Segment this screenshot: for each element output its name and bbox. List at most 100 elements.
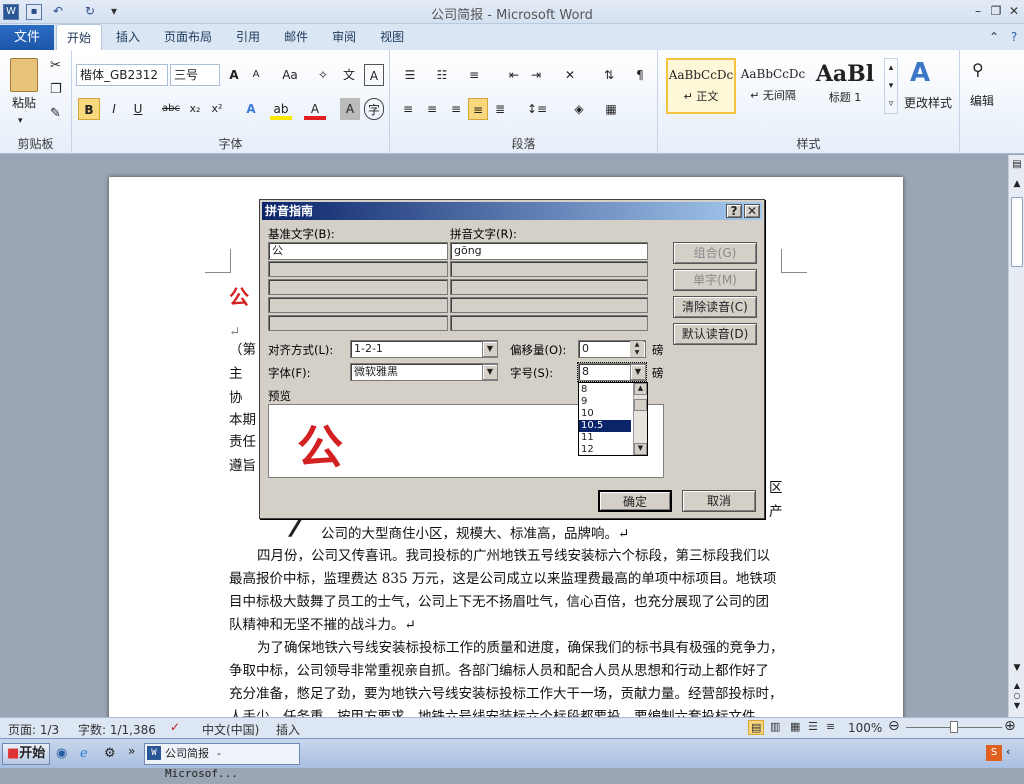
strikethrough-button[interactable]: abc: [160, 98, 182, 120]
default-reading-button[interactable]: 默认读音(D): [673, 323, 757, 345]
tray-icon[interactable]: S: [986, 745, 1002, 761]
style-normal[interactable]: AaBbCcDc ↵ 正文: [666, 58, 736, 114]
font-name-combo[interactable]: 楷体_GB2312: [76, 64, 168, 86]
ruby-text-cell[interactable]: [450, 315, 648, 331]
font-dropdown-icon[interactable]: ▼: [482, 364, 498, 380]
size-dropdown-list[interactable]: 8 9 10 10.5 11 12 ▲ ▼: [578, 382, 648, 456]
dialog-close-icon[interactable]: ✕: [744, 204, 760, 218]
text-effects-icon[interactable]: A: [240, 98, 262, 120]
tab-insert[interactable]: 插入: [106, 24, 150, 50]
ie-icon[interactable]: ℯ: [80, 746, 88, 761]
paste-icon[interactable]: [10, 58, 38, 92]
bullets-icon[interactable]: ☰: [398, 64, 422, 86]
draft-icon[interactable]: ≡: [826, 720, 835, 733]
ok-button[interactable]: 确定: [598, 490, 672, 512]
print-layout-icon[interactable]: ▤: [748, 720, 765, 735]
clear-format-icon[interactable]: ✧: [312, 64, 334, 86]
base-text-cell[interactable]: [268, 261, 448, 277]
chinese-layout-icon[interactable]: ✕: [558, 64, 582, 86]
ruby-text-cell[interactable]: [450, 261, 648, 277]
browse-object-icon[interactable]: ○: [1011, 691, 1023, 701]
tab-view[interactable]: 视图: [370, 24, 414, 50]
size-dropdown-icon[interactable]: ▼: [630, 364, 646, 380]
tab-review[interactable]: 审阅: [322, 24, 366, 50]
size-option[interactable]: 8: [579, 384, 631, 396]
highlight-icon[interactable]: ab: [270, 98, 292, 120]
group-button[interactable]: 组合(G): [673, 242, 757, 264]
tab-references[interactable]: 引用: [226, 24, 270, 50]
italic-button[interactable]: I: [104, 98, 124, 120]
multilevel-list-icon[interactable]: ≡: [462, 64, 486, 86]
size-option[interactable]: 12: [579, 444, 631, 456]
size-option[interactable]: 10: [579, 408, 631, 420]
full-screen-icon[interactable]: ▥: [770, 720, 780, 733]
enclose-char-icon[interactable]: 字: [364, 98, 384, 120]
align-right-icon[interactable]: ≡: [446, 98, 466, 120]
next-page-icon[interactable]: ▼: [1011, 701, 1023, 711]
size-option[interactable]: 9: [579, 396, 631, 408]
alignment-combo[interactable]: 1-2-1: [350, 340, 498, 358]
quicklaunch-icon[interactable]: ◉: [56, 746, 67, 761]
shrink-font-icon[interactable]: A: [246, 64, 266, 86]
distributed-icon[interactable]: ≣: [490, 98, 510, 120]
ruby-text-cell[interactable]: [450, 279, 648, 295]
line-spacing-icon[interactable]: ↕≡: [524, 98, 550, 120]
zoom-out-icon[interactable]: ⊖: [888, 718, 900, 734]
insert-mode[interactable]: 插入: [276, 721, 300, 738]
zoom-slider-thumb[interactable]: [950, 721, 958, 733]
base-text-cell[interactable]: [268, 315, 448, 331]
paste-dropdown-icon[interactable]: ▾: [18, 116, 23, 126]
align-center-icon[interactable]: ≡: [422, 98, 442, 120]
mono-button[interactable]: 单字(M): [673, 269, 757, 291]
justify-icon[interactable]: ≡: [468, 98, 488, 120]
scroll-down-icon[interactable]: ▼: [1011, 663, 1023, 677]
language-indicator[interactable]: 中文(中国): [202, 721, 259, 738]
paste-button[interactable]: 粘贴: [4, 92, 44, 114]
subscript-button[interactable]: x₂: [186, 98, 204, 120]
char-shading-icon[interactable]: A: [340, 98, 360, 120]
quicklaunch-icon[interactable]: ⚙: [104, 746, 116, 761]
list-scroll-down-icon[interactable]: ▼: [634, 443, 647, 455]
scroll-thumb[interactable]: [1011, 197, 1023, 267]
base-text-cell[interactable]: [268, 297, 448, 313]
format-painter-icon[interactable]: ✎: [50, 106, 61, 121]
ruler-toggle-icon[interactable]: ▤: [1011, 159, 1023, 173]
page-count[interactable]: 页面: 1/3: [8, 721, 59, 738]
numbering-icon[interactable]: ☷: [430, 64, 454, 86]
grow-font-icon[interactable]: A: [224, 64, 244, 86]
tab-file[interactable]: 文件: [0, 25, 54, 50]
dialog-help-icon[interactable]: ?: [726, 204, 742, 218]
binoculars-icon[interactable]: ⚲: [972, 60, 984, 79]
bold-button[interactable]: B: [78, 98, 100, 120]
shading-icon[interactable]: ◈: [566, 98, 592, 120]
sort-icon[interactable]: ⇅: [598, 64, 620, 86]
font-combo[interactable]: 微软雅黑: [350, 363, 498, 381]
char-border-icon[interactable]: A: [364, 64, 384, 86]
ribbon-minimize-icon[interactable]: ⌃: [984, 29, 1004, 45]
ruby-text-field[interactable]: gōng: [450, 242, 648, 260]
word-count[interactable]: 字数: 1/1,386: [78, 721, 156, 738]
vertical-scrollbar[interactable]: ▤ ▲ ▼ ▲ ○ ▼: [1008, 155, 1024, 717]
web-layout-icon[interactable]: ▦: [790, 720, 800, 733]
alignment-dropdown-icon[interactable]: ▼: [482, 341, 498, 357]
editing-button[interactable]: 编辑: [962, 90, 1002, 112]
ruby-text-cell[interactable]: [450, 297, 648, 313]
minimize-icon[interactable]: –: [968, 3, 988, 19]
tab-home[interactable]: 开始: [56, 24, 103, 50]
more-icon[interactable]: »: [128, 744, 135, 758]
cancel-button[interactable]: 取消: [682, 490, 756, 512]
zoom-level[interactable]: 100%: [848, 721, 882, 735]
close-icon[interactable]: ✕: [1004, 3, 1024, 19]
size-list-scrollbar[interactable]: ▲ ▼: [633, 383, 647, 455]
clear-reading-button[interactable]: 清除读音(C): [673, 296, 757, 318]
prev-page-icon[interactable]: ▲: [1011, 681, 1023, 691]
increase-indent-icon[interactable]: ⇥: [526, 64, 546, 86]
list-scroll-up-icon[interactable]: ▲: [634, 383, 647, 395]
show-marks-icon[interactable]: ¶: [630, 64, 650, 86]
size-option-selected[interactable]: 10.5: [579, 420, 631, 432]
change-styles-button[interactable]: 更改样式: [900, 92, 956, 114]
phonetic-guide-icon[interactable]: 文: [338, 64, 360, 86]
base-text-cell[interactable]: [268, 279, 448, 295]
start-button[interactable]: ■开始: [2, 743, 50, 765]
restore-icon[interactable]: ❐: [986, 3, 1006, 19]
